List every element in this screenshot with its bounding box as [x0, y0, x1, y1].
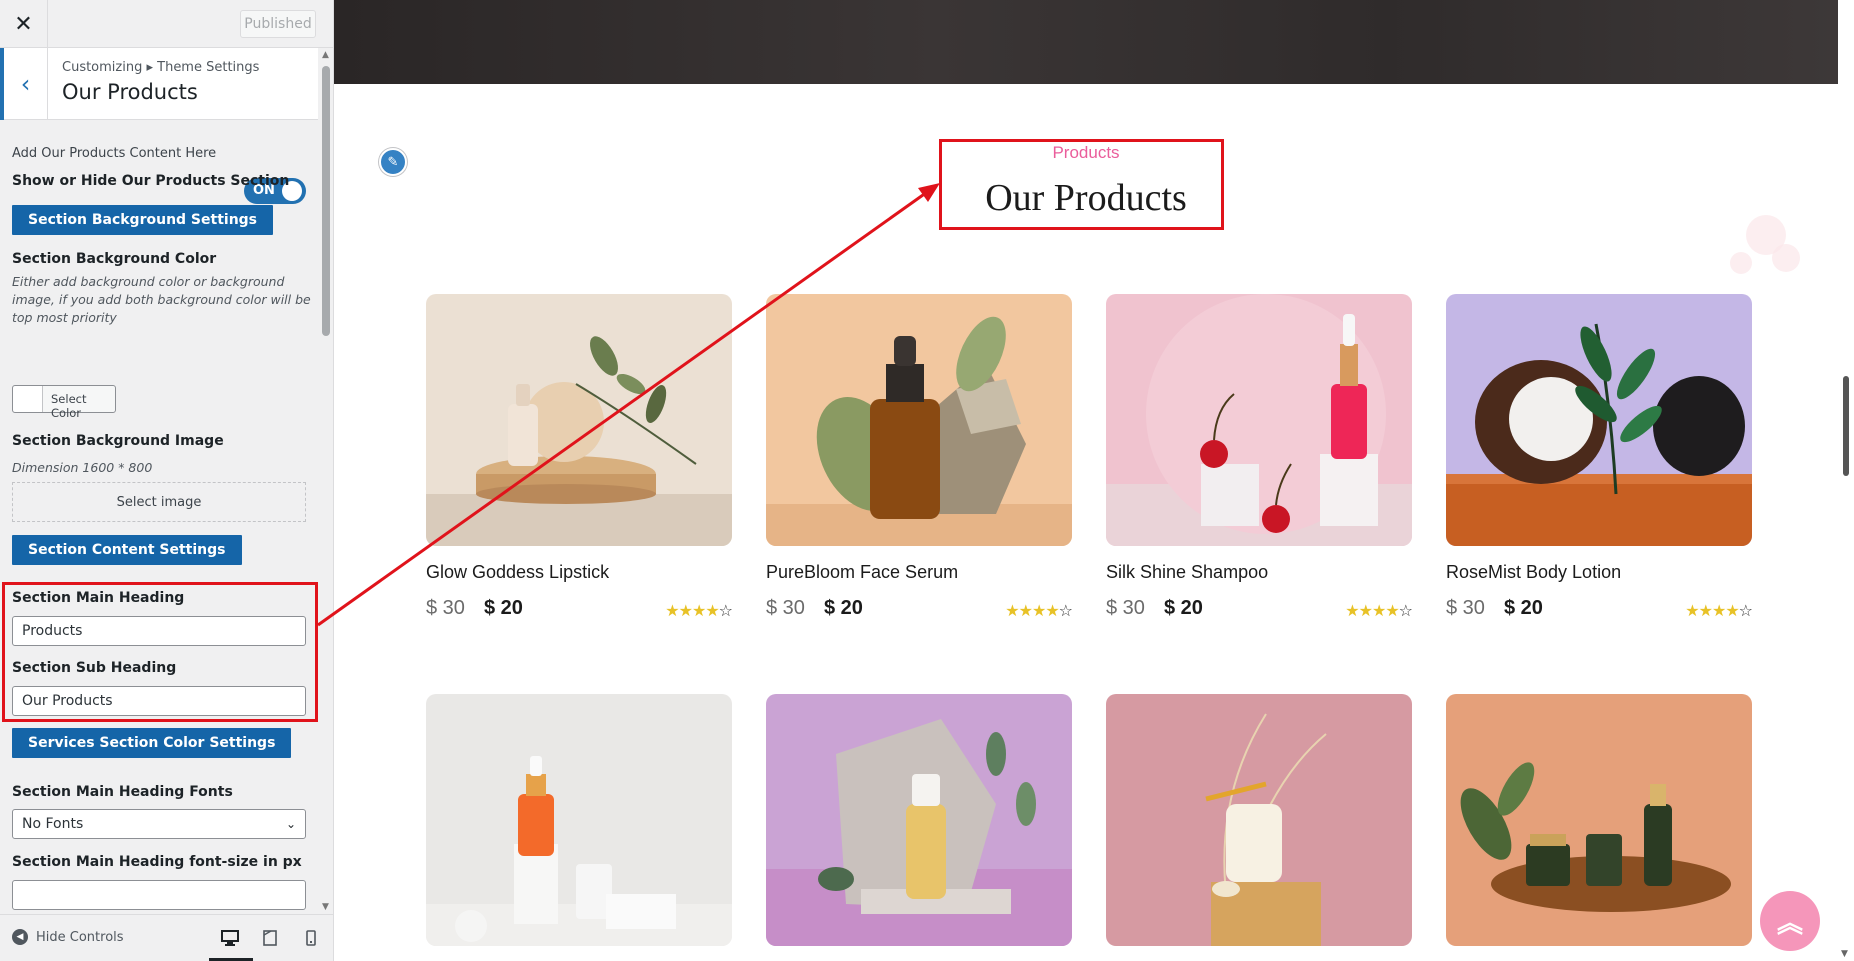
preview-scrollbar[interactable]: ▼ [1838, 0, 1854, 961]
sale-price: $ 20 [824, 597, 863, 619]
select-color-button[interactable]: Select Color [12, 385, 116, 420]
published-button[interactable]: Published [240, 10, 316, 38]
page-title: Our Products [62, 80, 198, 104]
hide-controls-label: Hide Controls [36, 929, 124, 945]
show-hide-heading: Show or Hide Our Products Section [12, 173, 290, 189]
highlight-box-heading [939, 139, 1224, 230]
color-swatch [13, 386, 43, 412]
product-card[interactable]: PureBloom Face Serum $ 30 $ 20 ★★★★☆ [766, 294, 1073, 624]
old-price: $ 30 [426, 597, 465, 619]
heading-size-input[interactable] [12, 880, 306, 910]
old-price: $ 30 [766, 597, 805, 619]
product-image[interactable] [426, 294, 732, 546]
heading-size-label: Section Main Heading font-size in px [12, 854, 302, 870]
tablet-preview-icon[interactable] [259, 927, 281, 949]
sale-price: $ 20 [1164, 597, 1203, 619]
bg-settings-button[interactable]: Section Background Settings [12, 205, 274, 235]
heading-fonts-value: No Fonts [22, 816, 84, 832]
bg-image-label: Section Background Image [12, 433, 224, 449]
customizer-footer: ◀ Hide Controls [0, 914, 333, 961]
bg-color-description: Either add background color or backgroun… [12, 274, 311, 325]
product-image[interactable] [1446, 294, 1752, 546]
product-card[interactable]: Silk Shine Shampoo $ 30 $ 20 ★★★★☆ [1106, 294, 1413, 624]
sale-price: $ 20 [1504, 597, 1543, 619]
bg-color-label: Section Background Color [12, 251, 217, 267]
color-settings-button[interactable]: Services Section Color Settings [12, 728, 292, 758]
product-image[interactable] [1106, 294, 1412, 546]
product-image[interactable] [766, 294, 1072, 546]
heading-fonts-label: Section Main Heading Fonts [12, 784, 233, 800]
scroll-up-icon[interactable]: ▲ [322, 50, 329, 60]
product-image[interactable] [426, 694, 732, 946]
hero-banner-bottom [334, 0, 1838, 84]
product-card[interactable]: RoseMist Body Lotion $ 30 $ 20 ★★★★☆ [1446, 294, 1753, 624]
sale-price: $ 20 [484, 597, 523, 619]
product-card[interactable] [766, 694, 1072, 946]
highlight-box-inputs [2, 582, 318, 722]
customizer-header: ✕ Published [0, 0, 333, 48]
sidebar-scroll-thumb[interactable] [322, 66, 330, 336]
close-icon[interactable]: ✕ [0, 0, 48, 48]
decor-blob [1730, 252, 1752, 274]
rating-stars: ★★★★☆ [1005, 601, 1073, 620]
sidebar-scrollbar[interactable]: ▲ ▼ [319, 48, 333, 914]
mobile-preview-icon[interactable] [300, 927, 322, 949]
breadcrumb: Customizing ▸ Theme Settings [62, 60, 260, 75]
hide-controls-button[interactable]: ◀ Hide Controls [12, 929, 124, 945]
rating-stars: ★★★★☆ [1685, 601, 1753, 620]
select-color-label: Select Color [51, 392, 87, 420]
decor-blob [1772, 244, 1800, 272]
bg-image-description: Dimension 1600 * 800 [12, 460, 153, 475]
scroll-down-icon[interactable]: ▼ [1841, 949, 1848, 959]
product-card[interactable]: Glow Goddess Lipstick $ 30 $ 20 ★★★★☆ [426, 294, 733, 624]
preview-scroll-thumb[interactable] [1843, 376, 1849, 476]
chevron-down-icon: ⌄ [285, 817, 296, 831]
old-price: $ 30 [1446, 597, 1485, 619]
product-name[interactable]: Silk Shine Shampoo [1106, 562, 1268, 583]
product-image[interactable] [766, 694, 1072, 946]
product-card[interactable] [1106, 694, 1412, 946]
back-arrow-icon[interactable]: ‹ [0, 48, 48, 120]
rating-stars: ★★★★☆ [665, 601, 733, 620]
product-image[interactable] [1446, 694, 1752, 946]
desktop-preview-icon[interactable] [219, 927, 241, 949]
rating-stars: ★★★★☆ [1345, 601, 1413, 620]
scroll-to-top-button[interactable]: ︽ [1760, 891, 1820, 951]
old-price: $ 30 [1106, 597, 1145, 619]
select-image-button[interactable]: Select image [12, 482, 306, 522]
product-card[interactable] [426, 694, 732, 946]
customizer-sidebar: ✕ Published ‹ Customizing ▸ Theme Settin… [0, 0, 334, 961]
product-image[interactable] [1106, 694, 1412, 946]
collapse-icon: ◀ [12, 929, 28, 945]
section-header: ‹ Customizing ▸ Theme Settings Our Produ… [0, 48, 318, 120]
product-name[interactable]: RoseMist Body Lotion [1446, 562, 1621, 583]
heading-fonts-select[interactable]: No Fonts ⌄ [12, 809, 306, 839]
content-settings-button[interactable]: Section Content Settings [12, 535, 242, 565]
product-name[interactable]: Glow Goddess Lipstick [426, 562, 609, 583]
site-preview: ✎ Products Our Products Glow Goddess Lip… [334, 0, 1838, 961]
product-name[interactable]: PureBloom Face Serum [766, 562, 958, 583]
intro-text: Add Our Products Content Here [12, 146, 217, 161]
product-card[interactable] [1446, 694, 1752, 946]
scroll-down-icon[interactable]: ▼ [322, 902, 329, 912]
